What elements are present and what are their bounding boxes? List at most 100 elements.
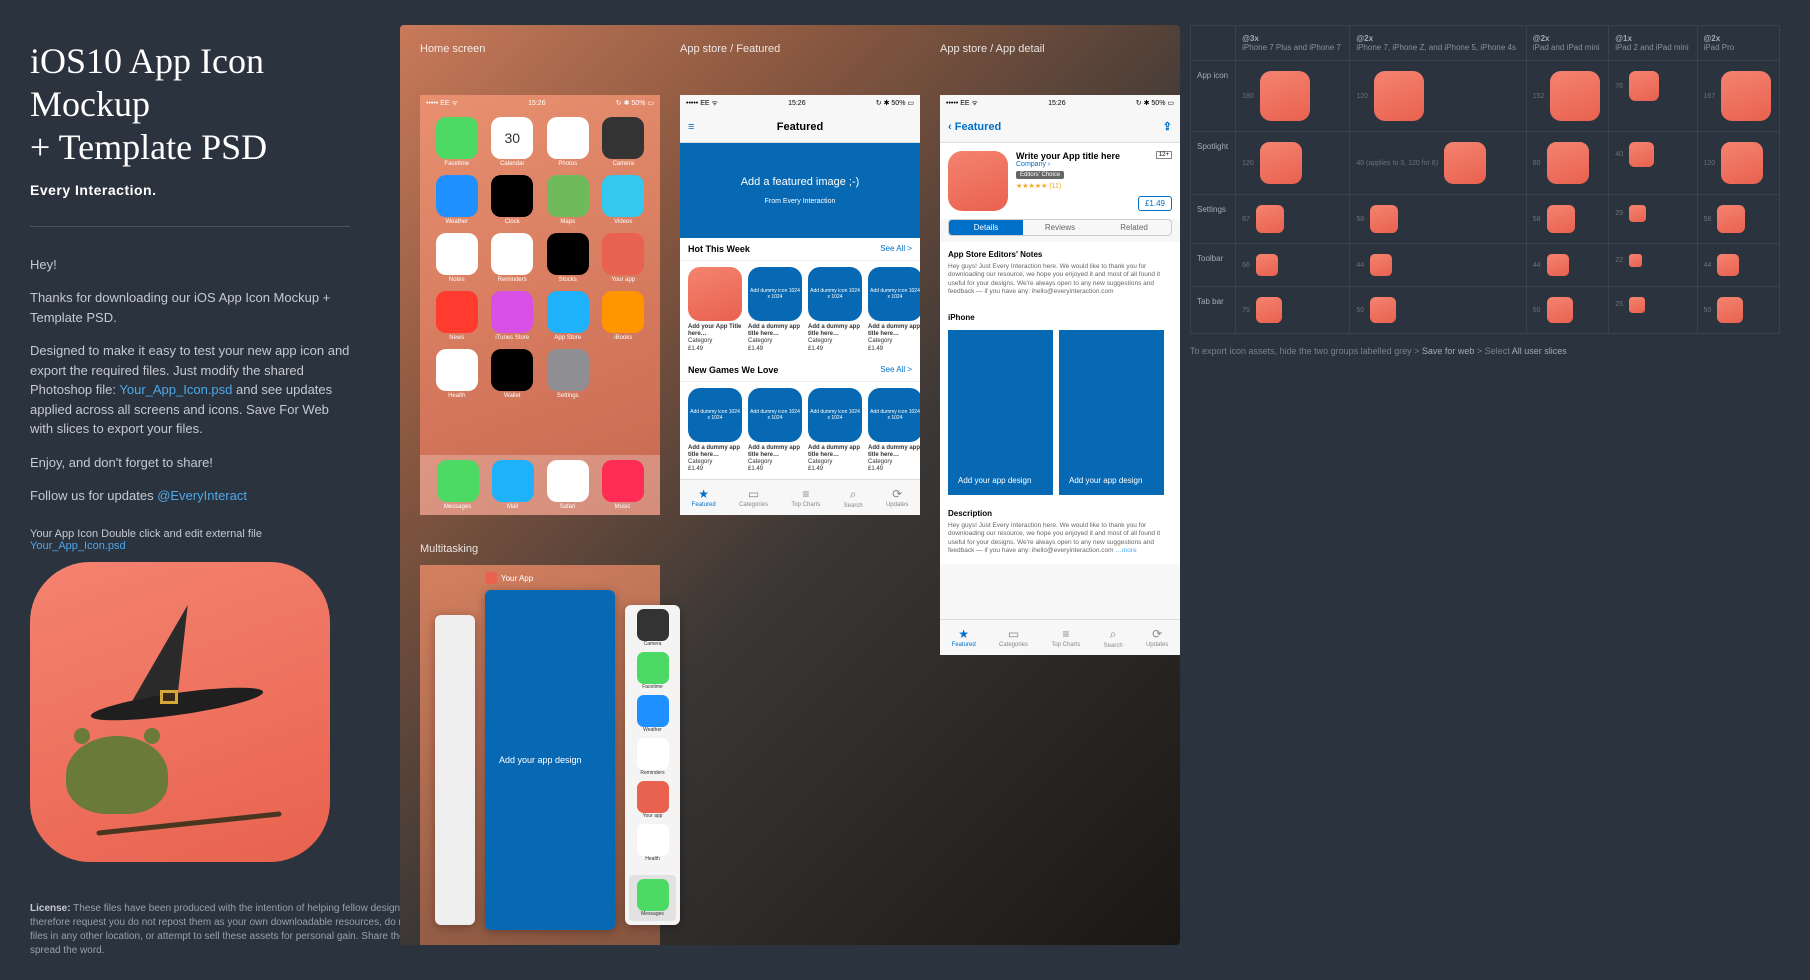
tab-featured[interactable]: ★Featured: [692, 487, 716, 508]
price-button[interactable]: £1.49: [1138, 196, 1172, 211]
tab-search[interactable]: ⌕Search: [844, 487, 863, 509]
app-card[interactable]: Add dummy icon 1024 x 1024 Add a dummy a…: [808, 267, 862, 353]
multitask-card-center: Your App Add your app design: [485, 590, 615, 930]
mini-app: Reminders: [629, 738, 676, 776]
icon-sample: [1547, 205, 1575, 233]
app-weather[interactable]: Weather: [432, 175, 482, 225]
app-health[interactable]: Health: [432, 349, 482, 399]
app-facetime[interactable]: Facetime: [432, 117, 482, 167]
app-maps[interactable]: Maps: [543, 175, 593, 225]
app-camera[interactable]: Camera: [599, 117, 649, 167]
app-card[interactable]: Add dummy icon 1024 x 1024 Add a dummy a…: [688, 388, 742, 474]
section-hot: Hot This WeekSee All >: [680, 238, 920, 261]
tab-top-charts[interactable]: ≡Top Charts: [791, 487, 820, 508]
app-photos[interactable]: Photos: [543, 117, 593, 167]
icon-sample: [1550, 71, 1600, 121]
app-clock[interactable]: Clock: [488, 175, 538, 225]
psd-link[interactable]: Your_App_Icon.psd: [119, 382, 232, 397]
mockup-homescreen: ••••• EE ᯤ 15:26 ↻ ✱ 50% ▭ Facetime30Cal…: [420, 95, 660, 515]
segmented-control[interactable]: DetailsReviewsRelated: [948, 219, 1172, 236]
app-card[interactable]: Add dummy icon 1024 x 1024 Add a dummy a…: [868, 267, 920, 353]
app-card[interactable]: Add dummy icon 1024 x 1024 Add a dummy a…: [748, 388, 802, 474]
label-detail: App store / App detail: [940, 43, 1045, 55]
twitter-link[interactable]: @EveryInteract: [157, 488, 247, 503]
page-title: iOS10 App Icon Mockup+ Template PSD: [30, 40, 350, 170]
icon-sample: [1256, 205, 1284, 233]
more-link[interactable]: …more: [1115, 547, 1136, 554]
export-instruction: To export icon assets, hide the two grou…: [1190, 346, 1780, 356]
screenshots-header: iPhone: [948, 313, 975, 322]
icon-sample: [1629, 142, 1654, 167]
mockups-canvas: Home screen App store / Featured App sto…: [400, 25, 1180, 945]
segment-reviews[interactable]: Reviews: [1023, 220, 1097, 235]
icon-sample: [1374, 71, 1424, 121]
icon-sample: [1717, 254, 1739, 276]
app-stocks[interactable]: Stocks: [543, 233, 593, 283]
app-icon-preview[interactable]: [30, 562, 330, 862]
segment-details[interactable]: Details: [949, 220, 1023, 235]
description: Description Hey guys! Just Every Interac…: [940, 501, 1180, 564]
app-videos[interactable]: Videos: [599, 175, 649, 225]
share-icon[interactable]: ⇪: [1163, 120, 1172, 133]
app-your-app[interactable]: Your app: [599, 233, 649, 283]
app-news[interactable]: News: [432, 291, 482, 341]
intro-1: Thanks for downloading our iOS App Icon …: [30, 288, 350, 327]
tab-categories[interactable]: ▭Categories: [739, 487, 768, 508]
tab-featured[interactable]: ★Featured: [952, 627, 976, 648]
screenshot: Add your app design: [1059, 330, 1164, 495]
app-card[interactable]: Add dummy icon 1024 x 1024 Add a dummy a…: [868, 388, 920, 474]
icon-sample: [1629, 254, 1642, 267]
follow: Follow us for updates @EveryInteract: [30, 486, 350, 506]
icon-sample: [1721, 71, 1771, 121]
segment-related[interactable]: Related: [1097, 220, 1171, 235]
app-card[interactable]: Add dummy icon 1024 x 1024 Add a dummy a…: [748, 267, 802, 353]
app-itunes-store[interactable]: iTunes Store: [488, 291, 538, 341]
label-multitask: Multitasking: [420, 543, 478, 555]
app-wallet[interactable]: Wallet: [488, 349, 538, 399]
back-button[interactable]: ‹ Featured: [948, 121, 1001, 133]
featured-banner: Add a featured image ;-) From Every Inte…: [680, 143, 920, 238]
brand-subtitle: Every Interaction.: [30, 182, 350, 198]
app-ibooks[interactable]: iBooks: [599, 291, 649, 341]
icon-sample: [1629, 297, 1645, 313]
app-notes[interactable]: Notes: [432, 233, 482, 283]
app-settings[interactable]: Settings: [543, 349, 593, 399]
app-card[interactable]: Add dummy icon 1024 x 1024 Add a dummy a…: [808, 388, 862, 474]
app-icon: [948, 151, 1008, 211]
dock-app-safari[interactable]: Safari: [547, 460, 589, 510]
dock-app-messages[interactable]: Messages: [437, 460, 479, 510]
app-reminders[interactable]: Reminders: [488, 233, 538, 283]
icon-sample: [1547, 254, 1569, 276]
dock-app-music[interactable]: Music: [602, 460, 644, 510]
app-card[interactable]: Add your App Title here…Category£1.49: [688, 267, 742, 353]
icon-sizes-grid: @3xiPhone 7 Plus and iPhone 7@2xiPhone 7…: [1190, 25, 1780, 356]
see-all-link[interactable]: See All >: [880, 244, 912, 254]
see-all-link[interactable]: See All >: [880, 365, 912, 375]
menu-icon[interactable]: ≡: [688, 121, 694, 133]
tab-categories[interactable]: ▭Categories: [999, 627, 1028, 648]
statusbar: ••••• EE ᯤ 15:26 ↻ ✱ 50% ▭: [420, 95, 660, 111]
app-title: Write your App title here: [1016, 151, 1172, 161]
tab-updates[interactable]: ⟳Updates: [886, 487, 908, 508]
age-badge: 12+: [1156, 151, 1172, 159]
statusbar: ••••• EE ᯤ 15:26 ↻ ✱ 50% ▭: [680, 95, 920, 111]
greeting: Hey!: [30, 255, 350, 275]
label-featured: App store / Featured: [680, 43, 780, 55]
label-home: Home screen: [420, 43, 485, 55]
icon-sample: [1547, 142, 1589, 184]
screenshots: Add your app design Add your app design: [940, 324, 1180, 501]
icon-sample: [1717, 297, 1743, 323]
app-icon-small: [485, 572, 497, 584]
icon-sample: [1444, 142, 1486, 184]
multitask-card-left: [435, 615, 475, 925]
dock-app-mail[interactable]: Mail: [492, 460, 534, 510]
tab-search[interactable]: ⌕Search: [1104, 627, 1123, 649]
app-app-store[interactable]: App Store: [543, 291, 593, 341]
icon-sample: [1370, 254, 1392, 276]
company-link[interactable]: Company ›: [1016, 161, 1172, 168]
app-calendar[interactable]: 30Calendar: [488, 117, 538, 167]
tab-top-charts[interactable]: ≡Top Charts: [1051, 627, 1080, 648]
app-hero: Write your App title here Company › Edit…: [940, 143, 1180, 219]
tab-updates[interactable]: ⟳Updates: [1146, 627, 1168, 648]
mini-app: Your app: [629, 781, 676, 819]
